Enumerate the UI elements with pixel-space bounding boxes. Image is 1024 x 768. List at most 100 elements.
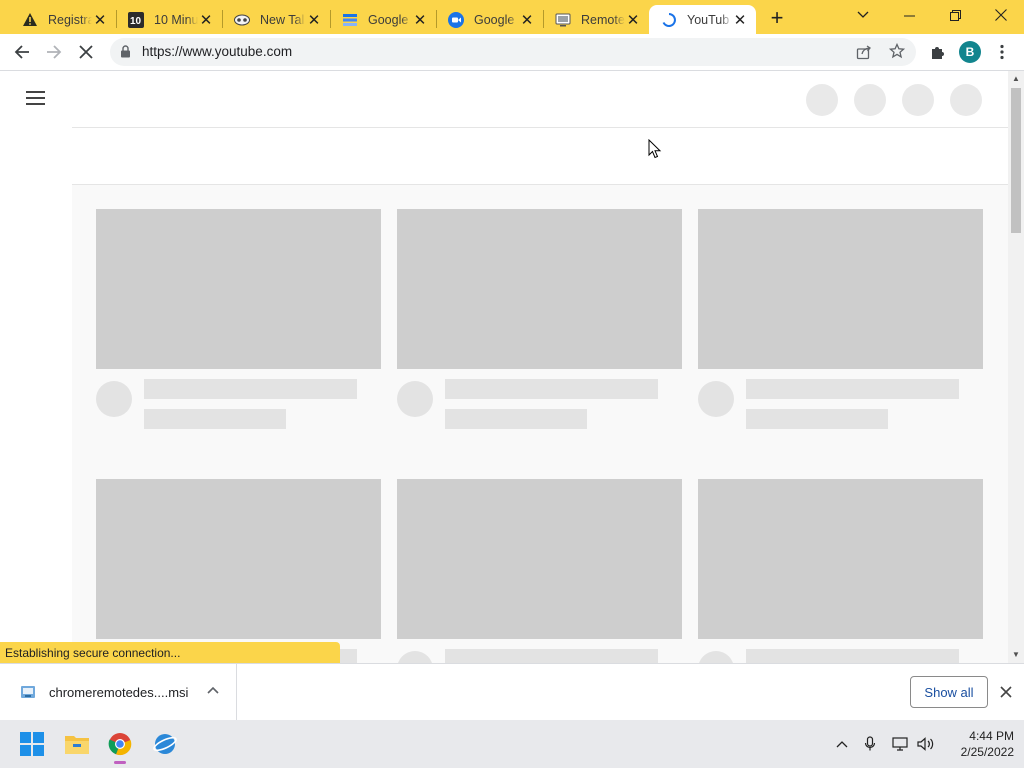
folder-icon — [65, 736, 89, 754]
status-bubble: Establishing secure connection... — [0, 642, 340, 663]
video-thumbnail-placeholder — [397, 209, 682, 369]
meta-line-placeholder — [445, 409, 587, 429]
show-all-downloads-button[interactable]: Show all — [910, 676, 988, 708]
show-hidden-icons-button[interactable] — [832, 732, 852, 756]
kebab-menu-icon — [1000, 44, 1004, 60]
close-tab-icon[interactable]: ✕ — [92, 12, 108, 29]
ten-minute-mail-icon: 10 — [128, 11, 144, 28]
minimize-icon — [903, 15, 915, 16]
title-line-placeholder — [746, 379, 959, 399]
lock-icon[interactable] — [120, 45, 131, 61]
tab-registra[interactable]: Registra ✕ — [10, 5, 116, 34]
close-tab-icon[interactable]: ✕ — [732, 12, 748, 29]
address-bar[interactable]: https://www.youtube.com — [110, 38, 916, 66]
remote-desktop-taskbar-button[interactable] — [149, 728, 181, 760]
close-window-button[interactable] — [978, 0, 1024, 30]
chips-bar-placeholder — [72, 128, 1008, 185]
tab-title: 10 Minu — [154, 12, 198, 27]
profile-button[interactable]: B — [956, 38, 984, 66]
close-tab-icon[interactable]: ✕ — [412, 12, 428, 29]
remote-desktop-icon — [555, 12, 571, 28]
microphone-icon[interactable] — [860, 732, 880, 756]
hamburger-menu-icon[interactable] — [26, 91, 46, 105]
tab-title: Google — [368, 12, 409, 27]
clock-time: 4:44 PM — [969, 729, 1014, 743]
youtube-page — [0, 71, 1008, 663]
download-file-name: chromeremotedes....msi — [49, 685, 189, 700]
windows-start-icon — [20, 732, 44, 756]
restore-button[interactable] — [932, 0, 978, 30]
windows-taskbar: 4:44 PM 2/25/2022 — [0, 720, 1024, 768]
video-thumbnail-placeholder — [96, 209, 381, 369]
chevron-up-icon — [836, 741, 848, 748]
forward-arrow-icon — [47, 45, 62, 59]
warning-triangle-icon — [22, 12, 38, 28]
close-icon — [995, 9, 1007, 21]
close-tab-icon[interactable]: ✕ — [519, 12, 535, 29]
channel-avatar-placeholder — [698, 381, 734, 417]
tab-google-2[interactable]: Google ✕ — [436, 5, 543, 34]
back-button[interactable] — [8, 38, 36, 66]
system-clock[interactable]: 4:44 PM 2/25/2022 — [944, 728, 1014, 760]
tab-remote[interactable]: Remote ✕ — [543, 5, 649, 34]
forward-button[interactable] — [40, 38, 68, 66]
extensions-button[interactable] — [924, 38, 952, 66]
mouse-cursor-icon — [648, 139, 662, 159]
chrome-taskbar-button[interactable] — [104, 728, 136, 764]
channel-avatar-placeholder — [698, 651, 734, 663]
google-meet-icon — [448, 11, 464, 28]
url-text: https://www.youtube.com — [142, 44, 293, 59]
tab-new-tab[interactable]: New Tal ✕ — [222, 5, 330, 34]
tab-title: Remote — [581, 12, 625, 27]
close-tab-icon[interactable]: ✕ — [625, 12, 641, 29]
channel-avatar-placeholder — [397, 381, 433, 417]
tab-youtube[interactable]: YouTub ✕ — [649, 5, 756, 34]
video-thumbnail-placeholder — [397, 479, 682, 639]
chevron-up-icon[interactable] — [204, 682, 222, 700]
stop-loading-button[interactable] — [72, 38, 100, 66]
channel-avatar-placeholder — [96, 381, 132, 417]
download-item[interactable]: chromeremotedes....msi — [0, 664, 237, 720]
page-scrollbar[interactable]: ▲ ▼ — [1008, 71, 1024, 663]
video-thumbnail-placeholder — [698, 209, 983, 369]
minimize-button[interactable] — [886, 0, 932, 30]
google-docs-stack-icon — [342, 12, 358, 28]
title-line-placeholder — [445, 379, 658, 399]
video-thumbnail-placeholder — [96, 479, 381, 639]
video-grid-skeleton — [72, 185, 1008, 663]
file-explorer-button[interactable] — [61, 728, 93, 760]
scroll-up-arrow-icon[interactable]: ▲ — [1012, 75, 1020, 83]
tab-google-1[interactable]: Google ✕ — [330, 5, 436, 34]
tab-strip: Registra ✕ 10 10 Minu ✕ New Tal ✕ Google… — [0, 0, 1024, 34]
svg-text:10: 10 — [130, 16, 142, 27]
stop-icon — [79, 45, 93, 59]
volume-icon[interactable] — [916, 732, 936, 756]
remote-desktop-icon — [153, 734, 177, 754]
chrome-menu-button[interactable] — [988, 38, 1016, 66]
bookmark-star-icon[interactable] — [888, 42, 906, 62]
close-tab-icon[interactable]: ✕ — [306, 12, 322, 29]
start-button[interactable] — [16, 728, 48, 760]
mask-icon — [234, 12, 250, 28]
chevron-down-icon — [857, 11, 869, 18]
scrollbar-thumb[interactable] — [1011, 88, 1021, 233]
youtube-header-placeholder — [72, 71, 1008, 128]
video-thumbnail-placeholder — [698, 479, 983, 639]
msi-installer-icon — [21, 686, 35, 698]
tab-title: Registra — [48, 12, 92, 27]
tab-search-button[interactable] — [840, 0, 886, 30]
header-icon-placeholder — [806, 84, 838, 116]
title-line-placeholder — [746, 649, 959, 663]
back-arrow-icon — [14, 45, 29, 59]
close-tab-icon[interactable]: ✕ — [198, 12, 214, 29]
network-icon[interactable] — [891, 732, 911, 756]
tab-10-minute-mail[interactable]: 10 10 Minu ✕ — [116, 5, 222, 34]
channel-avatar-placeholder — [397, 651, 433, 663]
new-tab-button[interactable]: + — [764, 5, 790, 31]
header-icon-placeholder — [902, 84, 934, 116]
meta-line-placeholder — [144, 409, 286, 429]
share-icon[interactable] — [856, 44, 872, 63]
chrome-icon — [108, 733, 132, 756]
close-icon[interactable] — [998, 684, 1014, 700]
scroll-down-arrow-icon[interactable]: ▼ — [1012, 651, 1020, 659]
